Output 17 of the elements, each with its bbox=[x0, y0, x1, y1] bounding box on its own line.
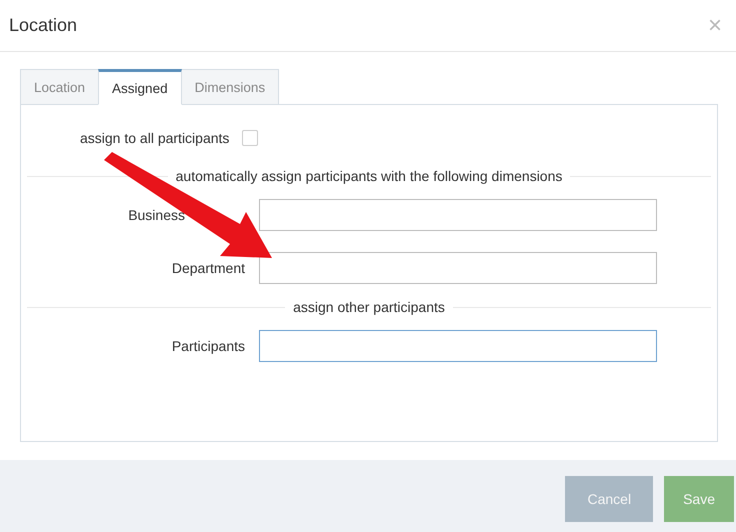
tab[interactable]: Location bbox=[20, 69, 100, 105]
dialog-title: Location bbox=[9, 15, 78, 36]
close-button[interactable]: × bbox=[708, 14, 722, 38]
save-button[interactable]: Save bbox=[664, 476, 734, 522]
cancel-button[interactable]: Cancel bbox=[565, 476, 654, 522]
tab[interactable]: Dimensions bbox=[180, 69, 280, 105]
checkbox[interactable] bbox=[242, 130, 258, 146]
field-label: Participants bbox=[172, 338, 245, 354]
input-field[interactable] bbox=[259, 330, 657, 362]
input-field[interactable] bbox=[259, 199, 657, 231]
tab[interactable]: Assigned bbox=[98, 69, 182, 105]
field-label: Business bbox=[128, 207, 185, 223]
section-heading: automatically assign participants with the following dimensions bbox=[174, 168, 564, 184]
section-heading: assign other participants bbox=[292, 299, 446, 315]
field-label: Department bbox=[172, 260, 245, 276]
input-field[interactable] bbox=[259, 252, 657, 284]
checkbox-label: assign to all participants bbox=[80, 130, 230, 146]
